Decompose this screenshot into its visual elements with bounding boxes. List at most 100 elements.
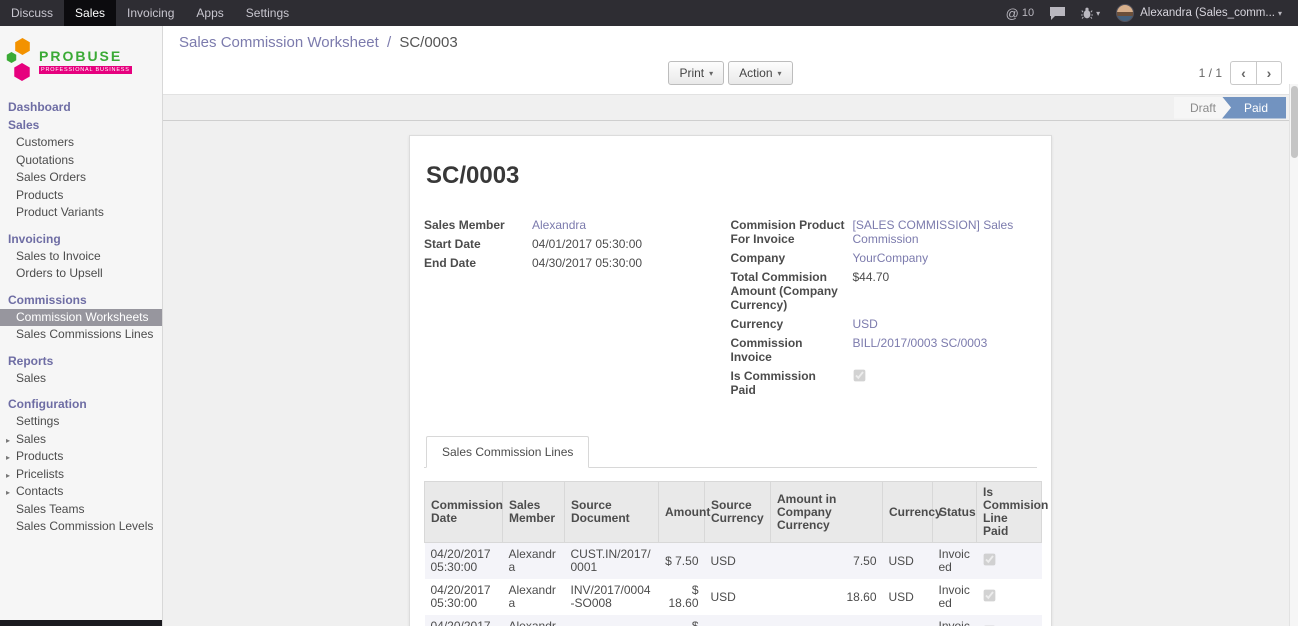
- vertical-scrollbar[interactable]: [1289, 84, 1298, 626]
- sidebar-section-dashboard[interactable]: Dashboard: [0, 98, 162, 116]
- menu-invoicing[interactable]: Invoicing: [116, 0, 185, 26]
- cell-amount-company: 18.60: [771, 579, 883, 615]
- column-currency[interactable]: Currency: [883, 482, 933, 543]
- caret-down-icon: ▾: [1096, 9, 1100, 18]
- column-status[interactable]: Status: [933, 482, 977, 543]
- sidebar-item-reports-sales[interactable]: Sales: [0, 370, 162, 388]
- sidebar-item-config-sales[interactable]: ▸ Sales: [0, 431, 162, 449]
- messages-menu[interactable]: [1042, 0, 1073, 26]
- brand-tagline: PROFESSIONAL BUSINESS: [39, 66, 132, 74]
- table-row[interactable]: 04/20/2017 05:30:00 Alexandra INV/2017/0…: [425, 579, 1042, 615]
- field-groups: Sales Member Alexandra Start Date 04/01/…: [424, 218, 1037, 402]
- field-group-right: Commision Product For Invoice [SALES COM…: [731, 218, 1038, 402]
- is-commission-paid-checkbox: [853, 370, 865, 382]
- print-button[interactable]: Print ▾: [668, 61, 724, 85]
- cell-currency: USD: [883, 579, 933, 615]
- debug-menu[interactable]: ▾: [1073, 0, 1108, 26]
- field-label-start-date: Start Date: [424, 237, 532, 251]
- sidebar-item-sales-commissions-lines[interactable]: Sales Commissions Lines: [0, 326, 162, 344]
- sidebar-item-sales-to-invoice[interactable]: Sales to Invoice: [0, 248, 162, 266]
- column-source-document[interactable]: Source Document: [565, 482, 659, 543]
- column-sales-member[interactable]: Sales Member: [503, 482, 565, 543]
- cell-member: Alexandra: [503, 615, 565, 626]
- column-is-commission-line-paid[interactable]: Is Commision Line Paid: [977, 482, 1042, 543]
- status-draft[interactable]: Draft: [1174, 97, 1231, 119]
- sidebar-item-products[interactable]: Products: [0, 187, 162, 205]
- sidebar-section-invoicing[interactable]: Invoicing: [0, 230, 162, 248]
- sidebar-item-label: Contacts: [16, 484, 63, 498]
- column-source-currency[interactable]: Source Currency: [705, 482, 771, 543]
- breadcrumb-parent-link[interactable]: Sales Commission Worksheet: [179, 34, 379, 51]
- field-label-sales-member: Sales Member: [424, 218, 532, 232]
- sidebar-item-sales-commission-levels[interactable]: Sales Commission Levels: [0, 518, 162, 536]
- cell-currency: USD: [883, 615, 933, 626]
- sidebar-item-customers[interactable]: Customers: [0, 134, 162, 152]
- table-header-row: Commission Date Sales Member Source Docu…: [425, 482, 1042, 543]
- sidebar-section-reports[interactable]: Reports: [0, 352, 162, 370]
- sidebar-item-product-variants[interactable]: Product Variants: [0, 204, 162, 222]
- caret-right-icon: ▸: [6, 451, 10, 465]
- action-button[interactable]: Action ▾: [728, 61, 792, 85]
- table-row[interactable]: 04/20/2017 05:30:00 Alexandra CUST.IN/20…: [425, 543, 1042, 580]
- menu-sales[interactable]: Sales: [64, 0, 116, 26]
- menu-apps[interactable]: Apps: [185, 0, 234, 26]
- column-amount-company-currency[interactable]: Amount in Company Currency: [771, 482, 883, 543]
- user-menu[interactable]: Alexandra (Sales_comm... ▾: [1108, 0, 1290, 26]
- user-name: Alexandra (Sales_comm...: [1140, 7, 1275, 19]
- menu-settings[interactable]: Settings: [235, 0, 300, 26]
- caret-right-icon: ▸: [6, 469, 10, 483]
- sidebar-item-sales-teams[interactable]: Sales Teams: [0, 501, 162, 519]
- caret-down-icon: ▾: [709, 69, 713, 78]
- cell-line-paid: [977, 543, 1042, 580]
- sidebar-footer-bar[interactable]: [0, 620, 162, 626]
- pager-previous-button[interactable]: ‹: [1230, 61, 1256, 85]
- field-value-sales-member[interactable]: Alexandra: [532, 218, 701, 232]
- action-button-label: Action: [739, 66, 772, 80]
- statusbar: Draft Paid: [163, 95, 1298, 121]
- line-paid-checkbox: [983, 590, 995, 602]
- cell-source: SO008: [565, 615, 659, 626]
- cell-source-currency: USD: [705, 579, 771, 615]
- line-paid-checkbox: [983, 554, 995, 566]
- hexagon-pink-icon: [13, 63, 31, 81]
- sidebar-item-config-products[interactable]: ▸ Products: [0, 448, 162, 466]
- field-value-currency[interactable]: USD: [853, 317, 1038, 331]
- status-paid-active[interactable]: Paid: [1222, 97, 1286, 119]
- scrollbar-thumb[interactable]: [1291, 86, 1298, 158]
- cell-status: Invoiced: [933, 615, 977, 626]
- sidebar-item-sales-orders[interactable]: Sales Orders: [0, 169, 162, 187]
- field-value-company[interactable]: YourCompany: [853, 251, 1038, 265]
- sidebar-section-sales[interactable]: Sales: [0, 116, 162, 134]
- field-value-total-commission: $44.70: [853, 270, 1038, 312]
- field-value-commission-invoice[interactable]: BILL/2017/0003 SC/0003: [853, 336, 1038, 364]
- chat-bubble-icon: [1050, 7, 1065, 20]
- tab-sales-commission-lines[interactable]: Sales Commission Lines: [426, 436, 589, 468]
- cell-source: CUST.IN/2017/0001: [565, 543, 659, 580]
- table-row[interactable]: 04/20/2017 10:35:53 Alexandra SO008 $ 18…: [425, 615, 1042, 626]
- brand-name: PROBUSE: [39, 48, 132, 64]
- cell-source-currency: USD: [705, 543, 771, 580]
- column-amount[interactable]: Amount: [659, 482, 705, 543]
- caret-right-icon: ▸: [6, 486, 10, 500]
- sidebar-nav: Dashboard Sales Customers Quotations Sal…: [0, 98, 162, 536]
- pager-next-button[interactable]: ›: [1256, 61, 1282, 85]
- company-logo: PROBUSE PROFESSIONAL BUSINESS: [0, 26, 162, 98]
- logo-hexagons: [6, 38, 36, 84]
- user-avatar: [1116, 4, 1134, 22]
- sidebar-section-commissions[interactable]: Commissions: [0, 291, 162, 309]
- form-view-container: SC/0003 Sales Member Alexandra Start Dat…: [163, 121, 1298, 626]
- sidebar-item-commission-worksheets[interactable]: Commission Worksheets: [0, 309, 162, 327]
- activities-menu[interactable]: @ 10: [998, 0, 1042, 26]
- sidebar-item-settings[interactable]: Settings: [0, 413, 162, 431]
- notebook: Sales Commission Lines Commission Date S…: [424, 436, 1037, 626]
- field-value-commission-product[interactable]: [SALES COMMISSION] Sales Commission: [853, 218, 1038, 246]
- sidebar-item-quotations[interactable]: Quotations: [0, 152, 162, 170]
- field-label-end-date: End Date: [424, 256, 532, 270]
- sidebar-item-config-pricelists[interactable]: ▸ Pricelists: [0, 466, 162, 484]
- cell-status: Invoiced: [933, 543, 977, 580]
- sidebar-item-orders-to-upsell[interactable]: Orders to Upsell: [0, 265, 162, 283]
- menu-discuss[interactable]: Discuss: [0, 0, 64, 26]
- column-commission-date[interactable]: Commission Date: [425, 482, 503, 543]
- sidebar-section-configuration[interactable]: Configuration: [0, 395, 162, 413]
- sidebar-item-config-contacts[interactable]: ▸ Contacts: [0, 483, 162, 501]
